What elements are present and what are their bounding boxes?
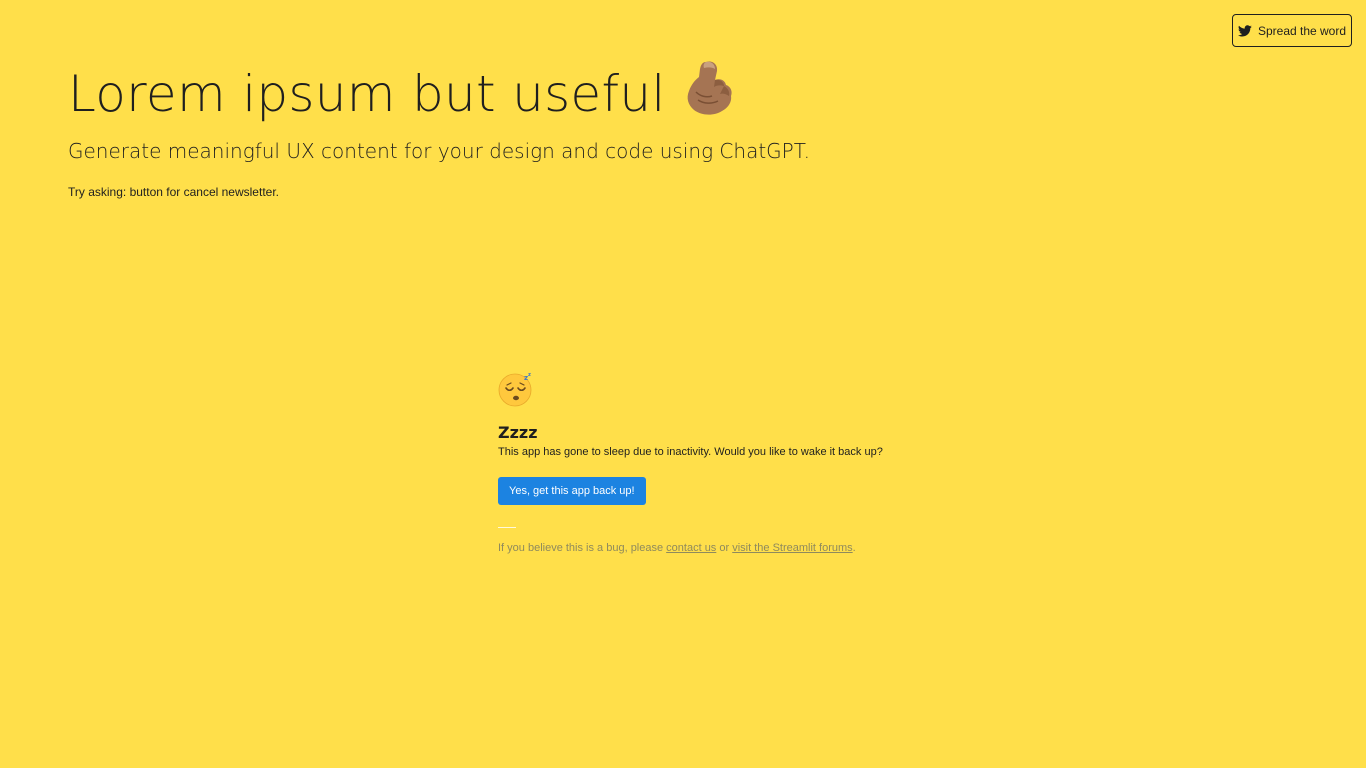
spread-the-word-button[interactable]: Spread the word xyxy=(1232,14,1352,47)
twitter-icon xyxy=(1237,24,1252,37)
spread-the-word-label: Spread the word xyxy=(1257,23,1347,38)
divider xyxy=(498,527,516,528)
sleeping-face-icon: z z xyxy=(498,371,918,411)
bug-report-note: If you believe this is a bug, please con… xyxy=(498,542,918,554)
bug-note-suffix: . xyxy=(852,542,856,554)
bug-note-prefix: If you believe this is a bug, please xyxy=(498,542,667,554)
sleep-message: This app has gone to sleep due to inacti… xyxy=(498,446,883,458)
page: Spread the word Lorem ipsum but useful G… xyxy=(0,0,1366,768)
bug-note-middle: or xyxy=(716,542,733,554)
wake-app-button[interactable]: Yes, get this app back up! xyxy=(498,477,646,505)
svg-text:z: z xyxy=(528,372,531,378)
page-title: Lorem ipsum but useful xyxy=(68,58,736,130)
page-title-text: Lorem ipsum but useful xyxy=(68,65,666,123)
pinched-fingers-icon xyxy=(684,58,736,130)
prompt-hint: Try asking: button for cancel newsletter… xyxy=(68,185,279,199)
contact-us-link[interactable]: contact us xyxy=(666,542,716,554)
streamlit-forums-link[interactable]: visit the Streamlit forums xyxy=(732,542,852,554)
page-subtitle: Generate meaningful UX content for your … xyxy=(68,139,810,163)
sleep-heading: Zzzz xyxy=(498,423,538,442)
sleep-panel: z z Zzzz This app has gone to sleep due … xyxy=(498,371,918,554)
